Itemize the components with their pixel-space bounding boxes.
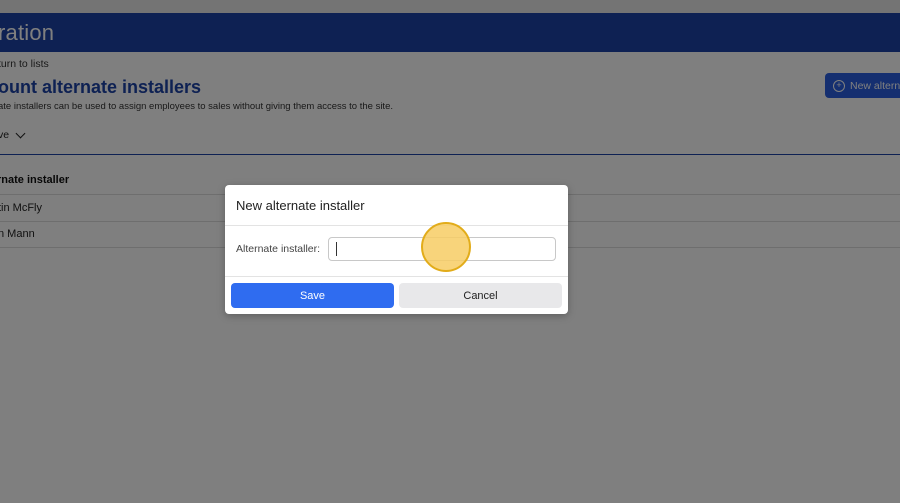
save-button[interactable]: Save xyxy=(231,283,394,308)
cancel-button[interactable]: Cancel xyxy=(399,283,562,308)
alternate-installer-label: Alternate installer: xyxy=(236,243,321,255)
text-cursor xyxy=(336,242,337,256)
dialog-header-divider xyxy=(225,225,568,226)
dialog-footer-divider xyxy=(225,276,568,277)
dialog-title: New alternate installer xyxy=(236,198,365,213)
click-indicator xyxy=(421,222,471,272)
new-alternate-installer-dialog: New alternate installer Alternate instal… xyxy=(225,185,568,314)
